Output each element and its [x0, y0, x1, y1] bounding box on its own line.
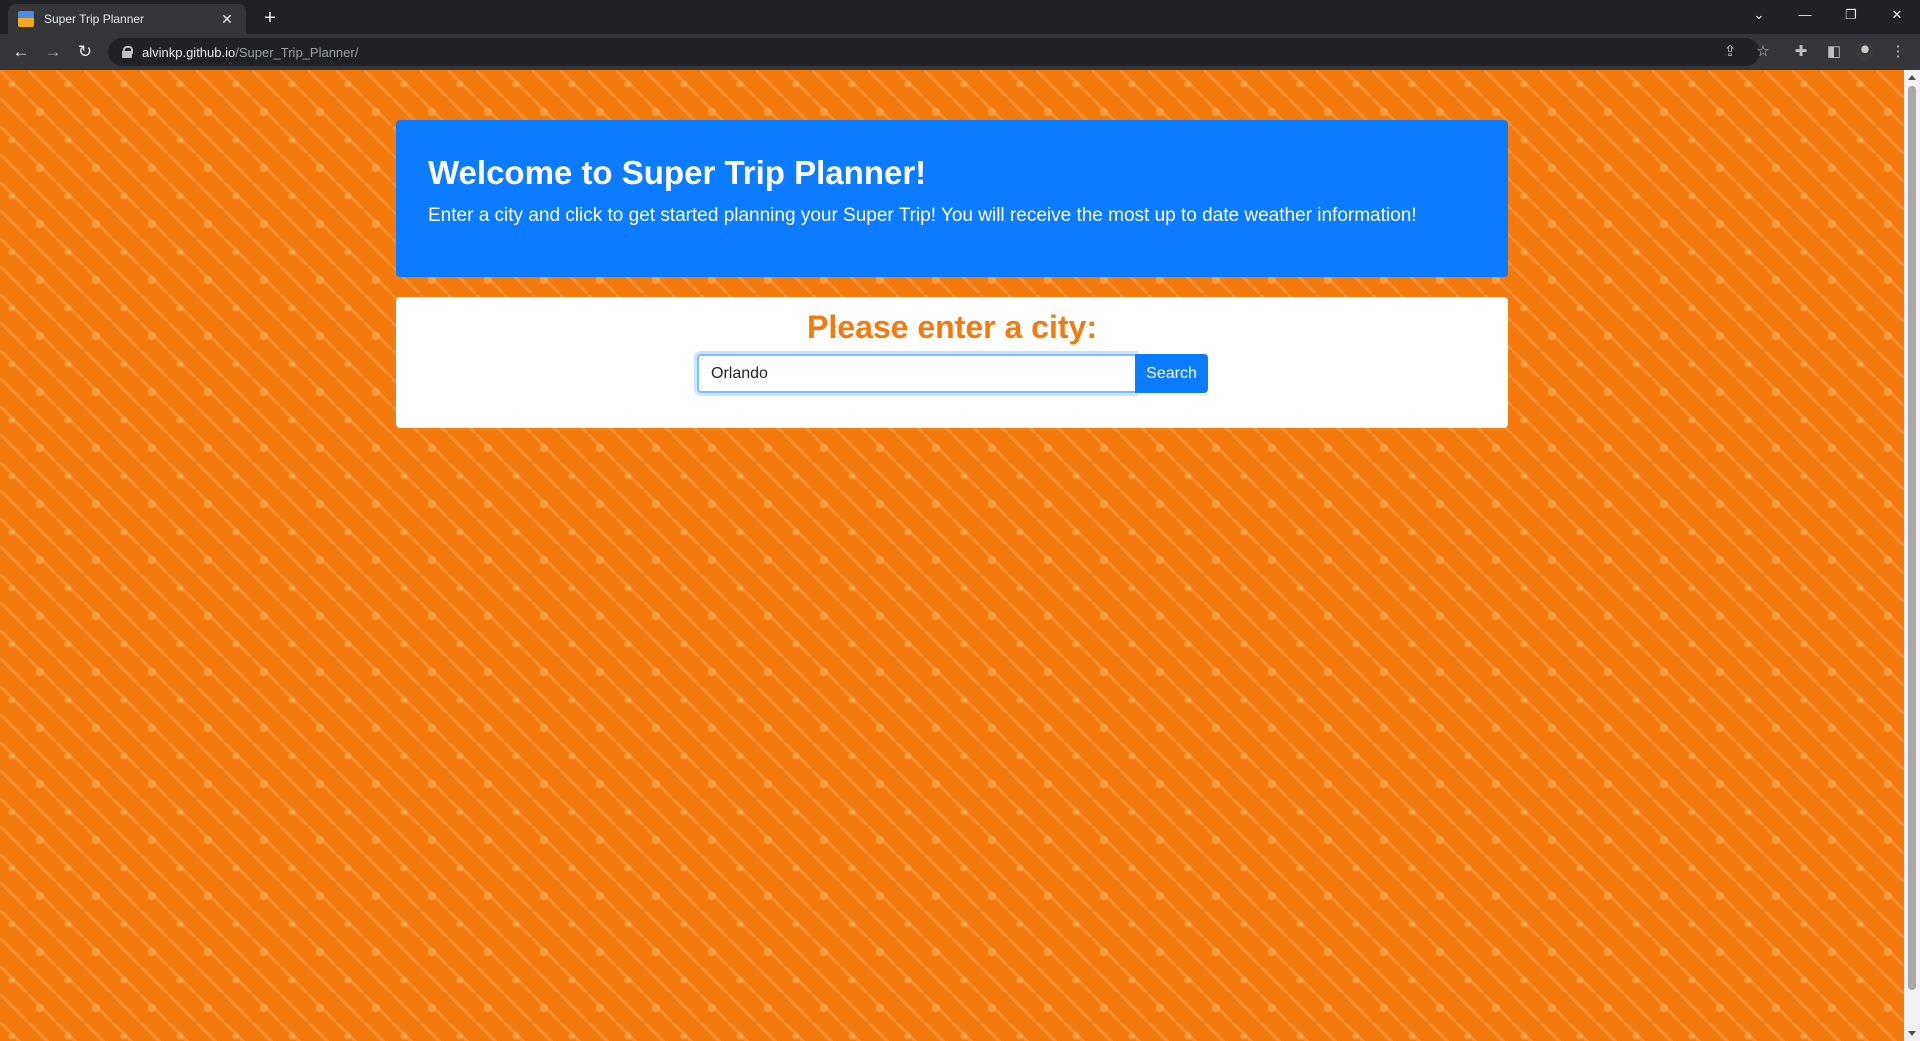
search-card: Please enter a city: Search	[396, 297, 1508, 428]
bookmark-star-icon[interactable]: ☆	[1751, 40, 1775, 64]
close-window-icon[interactable]: ✕	[1874, 0, 1920, 30]
search-button[interactable]: Search	[1135, 354, 1208, 393]
tab-title: Super Trip Planner	[44, 12, 145, 26]
reload-icon[interactable]: ↻	[73, 40, 97, 64]
profile-avatar[interactable]	[1856, 43, 1874, 61]
lock-icon[interactable]	[122, 46, 133, 58]
welcome-jumbotron: Welcome to Super Trip Planner! Enter a c…	[396, 120, 1508, 277]
browser-toolbar: ← → ↻ alvinkp.github.io/Super_Trip_Plann…	[0, 34, 1920, 70]
browser-tab[interactable]: Super Trip Planner ✕	[8, 4, 246, 34]
page-title: Welcome to Super Trip Planner!	[428, 154, 927, 191]
address-bar[interactable]: alvinkp.github.io/Super_Trip_Planner/	[108, 38, 1760, 66]
search-input-group: Search	[697, 354, 1208, 393]
page-intro: Enter a city and click to get started pl…	[428, 204, 1417, 226]
favicon-icon	[18, 11, 34, 27]
close-tab-icon[interactable]: ✕	[218, 10, 236, 28]
scroll-up-icon[interactable]	[1908, 75, 1916, 80]
restore-icon[interactable]: ❐	[1828, 0, 1874, 30]
city-input[interactable]	[697, 354, 1135, 393]
tab-search-icon[interactable]: ⌄	[1736, 0, 1782, 30]
url-host: alvinkp.github.io	[142, 44, 236, 60]
url-path: /Super_Trip_Planner/	[235, 44, 359, 60]
vertical-scrollbar[interactable]	[1904, 70, 1920, 1041]
share-icon[interactable]: ⇪	[1718, 40, 1742, 64]
scroll-down-icon[interactable]	[1908, 1031, 1916, 1036]
menu-icon[interactable]: ⋮	[1886, 40, 1910, 64]
forward-icon[interactable]: →	[41, 40, 65, 64]
tab-strip: Super Trip Planner ✕ + ⌄ — ❐ ✕	[0, 0, 1920, 34]
extensions-icon[interactable]: ✚	[1789, 40, 1813, 64]
search-heading: Please enter a city:	[807, 309, 1097, 345]
side-panel-icon[interactable]: ◧	[1822, 40, 1846, 64]
minimize-icon[interactable]: —	[1782, 0, 1828, 30]
page-viewport: Welcome to Super Trip Planner! Enter a c…	[0, 70, 1904, 1041]
new-tab-icon[interactable]: +	[258, 6, 282, 30]
scroll-thumb[interactable]	[1908, 86, 1916, 990]
back-icon[interactable]: ←	[9, 40, 33, 64]
